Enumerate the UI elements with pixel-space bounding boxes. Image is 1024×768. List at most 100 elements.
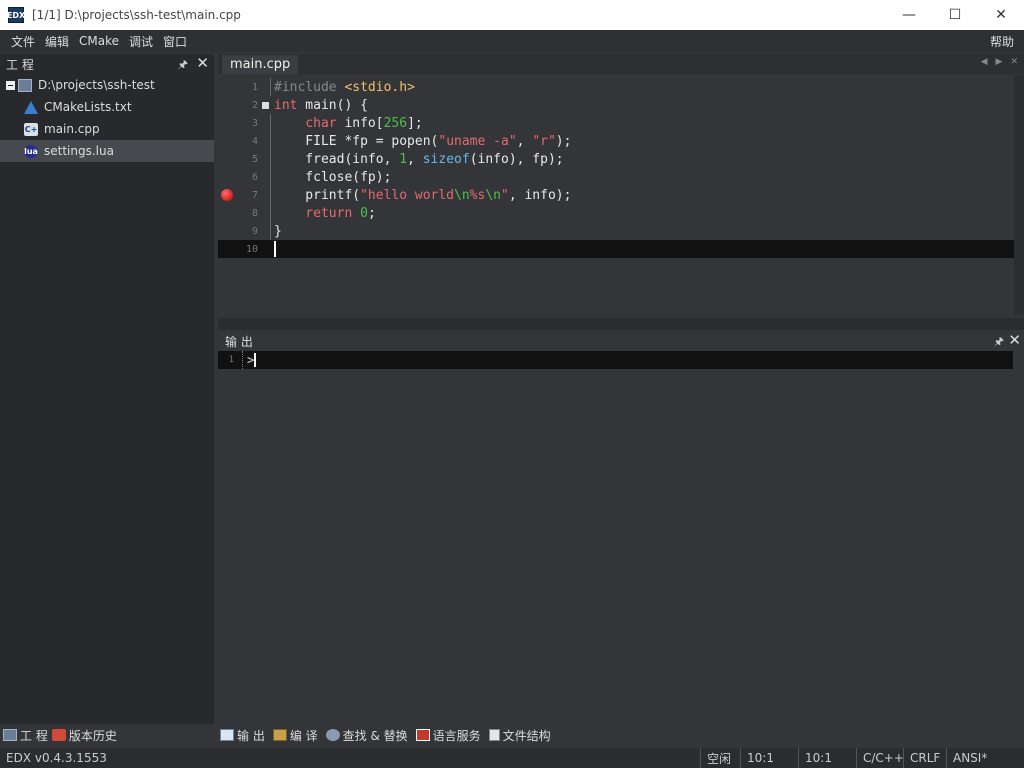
- code-token: 1: [399, 151, 408, 167]
- left-bottom-tabs: 工 程 版本历史: [0, 724, 214, 746]
- breakpoint-icon[interactable]: [221, 189, 233, 201]
- output-icon: [220, 729, 234, 741]
- code-token: FILE *fp = popen(: [274, 133, 439, 149]
- code-line[interactable]: 9 }: [218, 222, 1015, 240]
- panel-splitter[interactable]: [218, 318, 1024, 330]
- code-token: \n: [485, 187, 501, 203]
- tab-version-history[interactable]: 版本历史: [51, 727, 117, 744]
- code-token: info[: [336, 115, 384, 131]
- line-number: 1: [251, 81, 258, 93]
- tab-close-icon[interactable]: ✕: [1010, 57, 1018, 67]
- tree-root-label: D:\projects\ssh-test: [38, 78, 155, 92]
- editor-scrollbar[interactable]: [1014, 75, 1024, 315]
- code-token: int: [274, 97, 298, 113]
- menu-bar: 文件 编辑 CMake 调试 窗口 帮助: [0, 30, 1024, 52]
- output-console-line[interactable]: 1 >: [218, 351, 1013, 369]
- compile-icon: [272, 729, 287, 741]
- status-language[interactable]: C/C++: [856, 748, 904, 768]
- tab-label: 输 出: [237, 728, 265, 743]
- menu-debug[interactable]: 调试: [124, 33, 158, 50]
- tree-item-main-cpp[interactable]: C+ main.cpp: [0, 118, 214, 140]
- minimize-button[interactable]: —: [886, 0, 932, 30]
- code-token: char: [305, 115, 337, 131]
- tree-root[interactable]: D:\projects\ssh-test: [0, 74, 214, 96]
- code-token: \n: [454, 187, 470, 203]
- tree-item-label: settings.lua: [44, 144, 114, 158]
- tab-output[interactable]: 输 出: [220, 727, 265, 744]
- tab-main-cpp[interactable]: main.cpp: [222, 55, 299, 74]
- code-line[interactable]: 8 return 0;: [218, 204, 1015, 222]
- code-token: <stdio.h>: [344, 79, 415, 95]
- code-line[interactable]: 6 fclose(fp);: [218, 168, 1015, 186]
- pin-icon[interactable]: 🖈: [178, 56, 188, 75]
- code-token: "hello world: [360, 187, 455, 203]
- project-panel-title: 工 程: [6, 57, 34, 72]
- code-token: %s: [469, 187, 486, 203]
- lua-file-icon: lua: [24, 144, 38, 158]
- code-line[interactable]: 7 printf("hello world\n%s\n", info);: [218, 186, 1015, 204]
- code-token: ,: [407, 151, 423, 167]
- code-editor[interactable]: 1 #include <stdio.h> 2 int main() { 3 ch…: [218, 75, 1015, 315]
- code-token: "uname -a": [438, 133, 517, 149]
- line-number: 3: [251, 117, 258, 129]
- code-line[interactable]: 1 #include <stdio.h>: [218, 78, 1015, 96]
- title-bar: EDX [1/1] D:\projects\ssh-test\main.cpp …: [0, 0, 1024, 30]
- code-token: #include: [274, 79, 345, 95]
- tree-item-label: CMakeLists.txt: [44, 100, 132, 114]
- tab-compile[interactable]: 编 译: [272, 727, 318, 744]
- collapse-icon[interactable]: [6, 80, 15, 90]
- code-line[interactable]: 4 FILE *fp = popen("uname -a", "r");: [218, 132, 1015, 150]
- code-token: 256: [383, 115, 408, 131]
- tab-prev-icon[interactable]: ◀: [981, 57, 988, 67]
- code-token: fclose(fp);: [274, 169, 392, 185]
- menu-help[interactable]: 帮助: [990, 33, 1014, 50]
- menu-window[interactable]: 窗口: [158, 33, 192, 50]
- line-number: 1: [228, 355, 234, 365]
- line-number: 10: [245, 243, 258, 255]
- fold-icon[interactable]: [261, 101, 269, 109]
- tab-file-structure[interactable]: 文件结构: [488, 727, 551, 744]
- language-service-icon: [415, 729, 430, 741]
- right-bottom-tabs: 输 出 编 译 查找 & 替换 语言服务 文件结构: [220, 724, 1024, 746]
- tab-language-service[interactable]: 语言服务: [415, 727, 481, 744]
- code-line-current[interactable]: 10: [218, 240, 1015, 258]
- editor-tab-bar: main.cpp ◀ ▶ ✕: [218, 54, 1024, 74]
- tab-project[interactable]: 工 程: [3, 727, 48, 744]
- code-line[interactable]: 5 fread(info, 1, sizeof(info), fp);: [218, 150, 1015, 168]
- code-line[interactable]: 3 char info[256];: [218, 114, 1015, 132]
- folder-icon: [18, 78, 32, 92]
- status-line-ending[interactable]: CRLF: [903, 748, 946, 768]
- code-token: );: [555, 133, 572, 149]
- close-window-button[interactable]: ✕: [978, 0, 1024, 30]
- code-token: ;: [367, 205, 376, 221]
- history-icon: [51, 729, 66, 741]
- menu-cmake[interactable]: CMake: [74, 34, 124, 48]
- tree-item-settings-lua[interactable]: lua settings.lua: [0, 140, 214, 162]
- status-encoding[interactable]: ANSI*: [946, 748, 1024, 768]
- menu-file[interactable]: 文件: [6, 33, 40, 50]
- tab-next-icon[interactable]: ▶: [996, 57, 1003, 67]
- tree-item-cmakelists[interactable]: CMakeLists.txt: [0, 96, 214, 118]
- project-icon: [3, 729, 17, 741]
- tab-find-replace[interactable]: 查找 & 替换: [325, 727, 408, 744]
- search-icon: [325, 729, 340, 741]
- code-token: }: [274, 223, 282, 239]
- project-panel: 工 程 🖈 ✕ D:\projects\ssh-test CMakeLists.…: [0, 54, 214, 724]
- close-icon[interactable]: ✕: [1008, 331, 1021, 349]
- code-token: sizeof: [422, 151, 470, 167]
- tab-label: 版本历史: [68, 728, 117, 743]
- tab-label: 语言服务: [432, 728, 481, 743]
- code-token: (info), fp);: [469, 151, 564, 167]
- cpp-file-icon: C+: [24, 122, 38, 136]
- maximize-button[interactable]: ☐: [932, 0, 978, 30]
- close-icon[interactable]: ✕: [196, 54, 209, 72]
- menu-edit[interactable]: 编辑: [40, 33, 74, 50]
- code-line[interactable]: 2 int main() {: [218, 96, 1015, 114]
- code-token: 0: [360, 205, 368, 221]
- code-token: ": [500, 187, 509, 203]
- text-cursor: [274, 241, 276, 257]
- pin-icon[interactable]: 🖈: [994, 333, 1004, 352]
- code-token: printf(: [274, 187, 361, 203]
